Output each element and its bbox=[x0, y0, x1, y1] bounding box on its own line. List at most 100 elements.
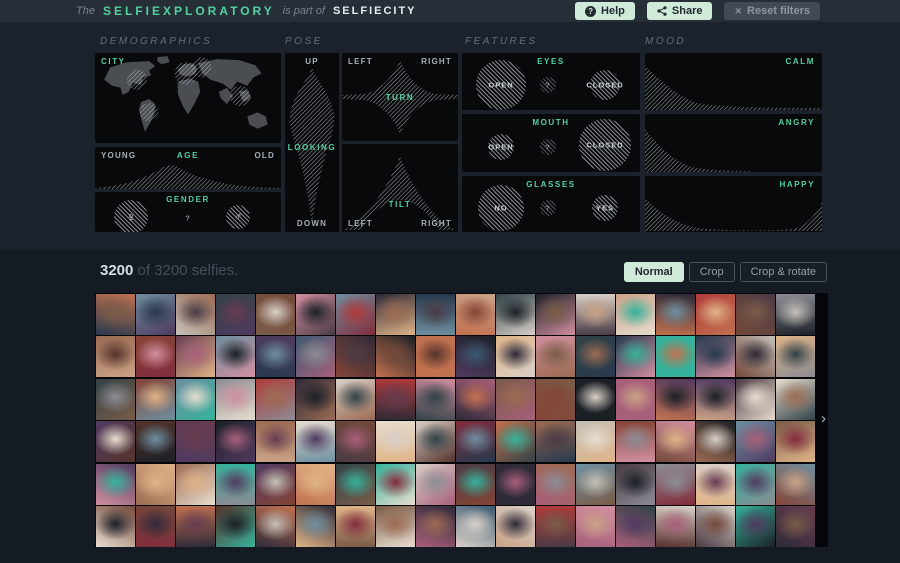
selfie-thumb[interactable] bbox=[776, 506, 815, 547]
filter-calm-panel[interactable]: CALM bbox=[645, 53, 822, 110]
view-normal-button[interactable]: Normal bbox=[624, 262, 684, 282]
filter-eyes-panel[interactable]: EYES OPEN ? CLOSED bbox=[462, 53, 640, 110]
selfie-thumb[interactable] bbox=[416, 421, 455, 462]
selfie-thumb[interactable] bbox=[616, 379, 655, 420]
selfie-thumb[interactable] bbox=[696, 294, 735, 335]
selfie-thumb[interactable] bbox=[776, 336, 815, 377]
selfie-thumb[interactable] bbox=[496, 336, 535, 377]
selfie-thumb[interactable] bbox=[496, 421, 535, 462]
filter-glasses-panel[interactable]: GLASSES NO ? YES bbox=[462, 176, 640, 232]
selfie-thumb[interactable] bbox=[456, 464, 495, 505]
selfie-thumb[interactable] bbox=[536, 464, 575, 505]
selfie-thumb[interactable] bbox=[296, 506, 335, 547]
selfie-thumb[interactable] bbox=[696, 379, 735, 420]
selfie-thumb[interactable] bbox=[696, 464, 735, 505]
selfie-thumb[interactable] bbox=[576, 379, 615, 420]
selfie-thumb[interactable] bbox=[616, 464, 655, 505]
help-button[interactable]: ? Help bbox=[575, 2, 635, 20]
selfie-thumb[interactable] bbox=[136, 464, 175, 505]
selfie-thumb[interactable] bbox=[176, 421, 215, 462]
selfie-thumb[interactable] bbox=[656, 421, 695, 462]
selfie-thumb[interactable] bbox=[656, 336, 695, 377]
selfie-thumb[interactable] bbox=[176, 379, 215, 420]
selfie-thumb[interactable] bbox=[216, 464, 255, 505]
selfie-thumb[interactable] bbox=[176, 336, 215, 377]
selfie-thumb[interactable] bbox=[296, 464, 335, 505]
selfie-thumb[interactable] bbox=[696, 506, 735, 547]
selfie-thumb[interactable] bbox=[736, 421, 775, 462]
selfie-thumb[interactable] bbox=[656, 294, 695, 335]
selfie-thumb[interactable] bbox=[376, 421, 415, 462]
selfie-thumb[interactable] bbox=[296, 421, 335, 462]
selfie-thumb[interactable] bbox=[376, 379, 415, 420]
selfie-thumb[interactable] bbox=[336, 506, 375, 547]
selfie-thumb[interactable] bbox=[296, 294, 335, 335]
selfie-thumb[interactable] bbox=[336, 294, 375, 335]
selfie-thumb[interactable] bbox=[416, 294, 455, 335]
selfie-thumb[interactable] bbox=[336, 336, 375, 377]
selfie-thumb[interactable] bbox=[576, 421, 615, 462]
selfie-thumb[interactable] bbox=[296, 336, 335, 377]
selfie-thumb[interactable] bbox=[216, 506, 255, 547]
selfie-thumb[interactable] bbox=[96, 294, 135, 335]
map-city-marker[interactable] bbox=[127, 69, 147, 89]
reset-filters-button[interactable]: ✕ Reset filters bbox=[724, 2, 820, 20]
selfie-thumb[interactable] bbox=[736, 379, 775, 420]
selfie-thumb[interactable] bbox=[456, 336, 495, 377]
view-crop-rotate-button[interactable]: Crop & rotate bbox=[740, 262, 827, 282]
selfie-thumb[interactable] bbox=[216, 294, 255, 335]
selfie-thumb[interactable] bbox=[96, 506, 135, 547]
selfie-thumb[interactable] bbox=[616, 506, 655, 547]
selfie-thumb[interactable] bbox=[216, 421, 255, 462]
selfie-thumb[interactable] bbox=[576, 294, 615, 335]
selfie-thumb[interactable] bbox=[696, 421, 735, 462]
filter-city-panel[interactable]: CITY bbox=[95, 53, 281, 143]
filter-mouth-panel[interactable]: MOUTH OPEN ? CLOSED bbox=[462, 114, 640, 172]
selfie-thumb[interactable] bbox=[736, 464, 775, 505]
selfie-thumb[interactable] bbox=[256, 336, 295, 377]
filter-gender-panel[interactable]: GENDER ♀ ? ♂ bbox=[95, 192, 281, 232]
selfie-thumb[interactable] bbox=[536, 294, 575, 335]
selfie-thumb[interactable] bbox=[696, 336, 735, 377]
age-histogram[interactable] bbox=[95, 159, 281, 189]
selfie-thumb[interactable] bbox=[96, 336, 135, 377]
selfie-thumb[interactable] bbox=[336, 421, 375, 462]
selfie-thumb[interactable] bbox=[776, 294, 815, 335]
selfie-thumb[interactable] bbox=[656, 464, 695, 505]
selfie-thumb[interactable] bbox=[736, 336, 775, 377]
world-map[interactable] bbox=[95, 53, 281, 143]
view-crop-button[interactable]: Crop bbox=[689, 262, 735, 282]
selfie-thumb[interactable] bbox=[336, 464, 375, 505]
selfie-thumb[interactable] bbox=[96, 421, 135, 462]
selfie-thumb[interactable] bbox=[616, 336, 655, 377]
selfie-thumb[interactable] bbox=[376, 464, 415, 505]
selfie-thumb[interactable] bbox=[136, 379, 175, 420]
selfie-thumb[interactable] bbox=[616, 421, 655, 462]
filter-age-panel[interactable]: YOUNG AGE OLD bbox=[95, 147, 281, 189]
selfie-thumb[interactable] bbox=[96, 379, 135, 420]
filter-happy-panel[interactable]: HAPPY bbox=[645, 176, 822, 232]
selfie-thumb[interactable] bbox=[736, 506, 775, 547]
selfie-thumb[interactable] bbox=[136, 294, 175, 335]
map-city-marker[interactable] bbox=[191, 57, 211, 77]
selfie-thumb[interactable] bbox=[376, 294, 415, 335]
selfie-thumb[interactable] bbox=[416, 506, 455, 547]
selfie-thumb[interactable] bbox=[536, 421, 575, 462]
selfie-thumb[interactable] bbox=[496, 379, 535, 420]
selfie-thumb[interactable] bbox=[376, 336, 415, 377]
selfie-thumb[interactable] bbox=[456, 379, 495, 420]
gender-unknown[interactable]: ? bbox=[185, 214, 191, 223]
selfie-thumb[interactable] bbox=[776, 379, 815, 420]
next-page-arrow[interactable]: › bbox=[821, 411, 826, 426]
selfie-thumb[interactable] bbox=[176, 294, 215, 335]
share-button[interactable]: Share bbox=[647, 2, 713, 20]
selfie-thumb[interactable] bbox=[656, 506, 695, 547]
map-city-marker[interactable] bbox=[230, 86, 250, 106]
selfie-thumb[interactable] bbox=[656, 379, 695, 420]
filter-turn-panel[interactable]: LEFT RIGHT TURN bbox=[342, 53, 458, 141]
selfie-thumb[interactable] bbox=[536, 506, 575, 547]
selfie-thumb[interactable] bbox=[256, 294, 295, 335]
selfie-thumb[interactable] bbox=[576, 336, 615, 377]
selfie-thumb[interactable] bbox=[136, 421, 175, 462]
selfie-thumb[interactable] bbox=[496, 506, 535, 547]
